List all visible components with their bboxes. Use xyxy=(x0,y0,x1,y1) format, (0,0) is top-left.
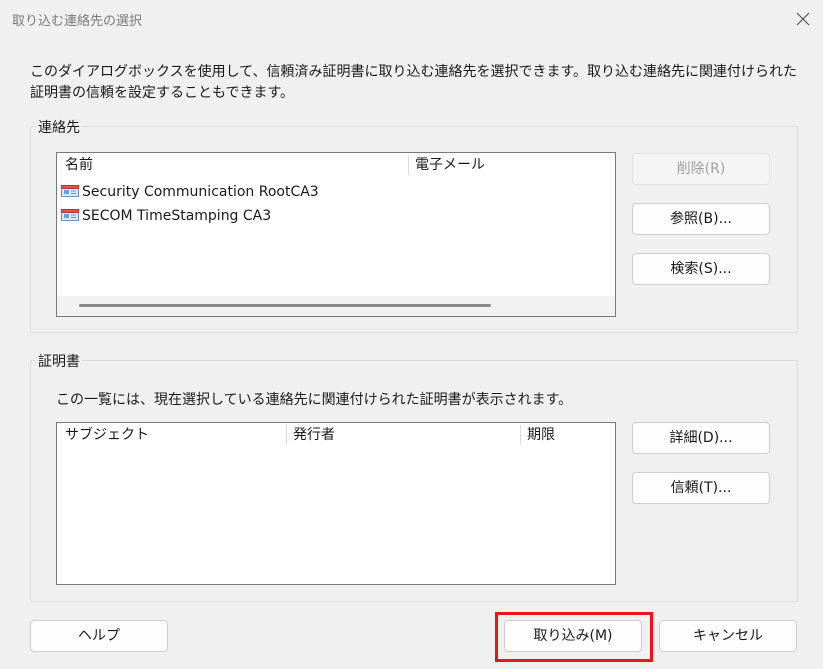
title-bar: 取り込む連絡先の選択 xyxy=(0,0,823,38)
horizontal-scrollbar[interactable] xyxy=(57,296,615,316)
contacts-list[interactable]: 名前 電子メール Security Communication RootCA3 xyxy=(56,152,616,317)
contact-name: Security Communication RootCA3 xyxy=(82,184,319,200)
search-button[interactable]: 検索(S)... xyxy=(632,253,770,285)
delete-button[interactable]: 削除(R) xyxy=(632,153,770,185)
close-button[interactable] xyxy=(790,6,816,32)
help-button[interactable]: ヘルプ xyxy=(30,620,168,652)
import-button[interactable]: 取り込み(M) xyxy=(504,620,642,652)
intro-text: このダイアログボックスを使用して、信頼済み証明書に取り込む連絡先を選択できます。… xyxy=(30,64,798,101)
certificate-icon xyxy=(61,207,79,221)
scrollbar-thumb[interactable] xyxy=(79,304,491,307)
close-icon xyxy=(796,12,810,26)
contact-row[interactable]: SECOM TimeStamping CA3 xyxy=(61,205,271,227)
cancel-button[interactable]: キャンセル xyxy=(659,620,797,652)
certificates-group-label: 証明書 xyxy=(36,351,82,371)
column-header-name[interactable]: 名前 xyxy=(59,153,409,177)
trust-button[interactable]: 信頼(T)... xyxy=(632,472,770,504)
import-contacts-dialog: 取り込む連絡先の選択 このダイアログボックスを使用して、信頼済み証明書に取り込む… xyxy=(0,0,823,669)
certificates-description: この一覧には、現在選択している連絡先に関連付けられた証明書が表示されます。 xyxy=(56,392,573,408)
column-header-issuer[interactable]: 発行者 xyxy=(287,423,519,447)
browse-button[interactable]: 参照(B)... xyxy=(632,203,770,235)
window-title: 取り込む連絡先の選択 xyxy=(12,14,143,29)
column-header-email[interactable]: 電子メール xyxy=(409,153,609,177)
column-header-expiry[interactable]: 期限 xyxy=(521,423,611,447)
certificate-icon xyxy=(61,183,79,197)
contacts-group-label: 連絡先 xyxy=(36,117,82,137)
certificates-list[interactable]: サブジェクト 発行者 期限 xyxy=(56,422,616,585)
contact-name: SECOM TimeStamping CA3 xyxy=(82,208,272,224)
details-button[interactable]: 詳細(D)... xyxy=(632,422,770,454)
contact-row[interactable]: Security Communication RootCA3 xyxy=(61,181,319,203)
column-header-subject[interactable]: サブジェクト xyxy=(59,423,287,447)
